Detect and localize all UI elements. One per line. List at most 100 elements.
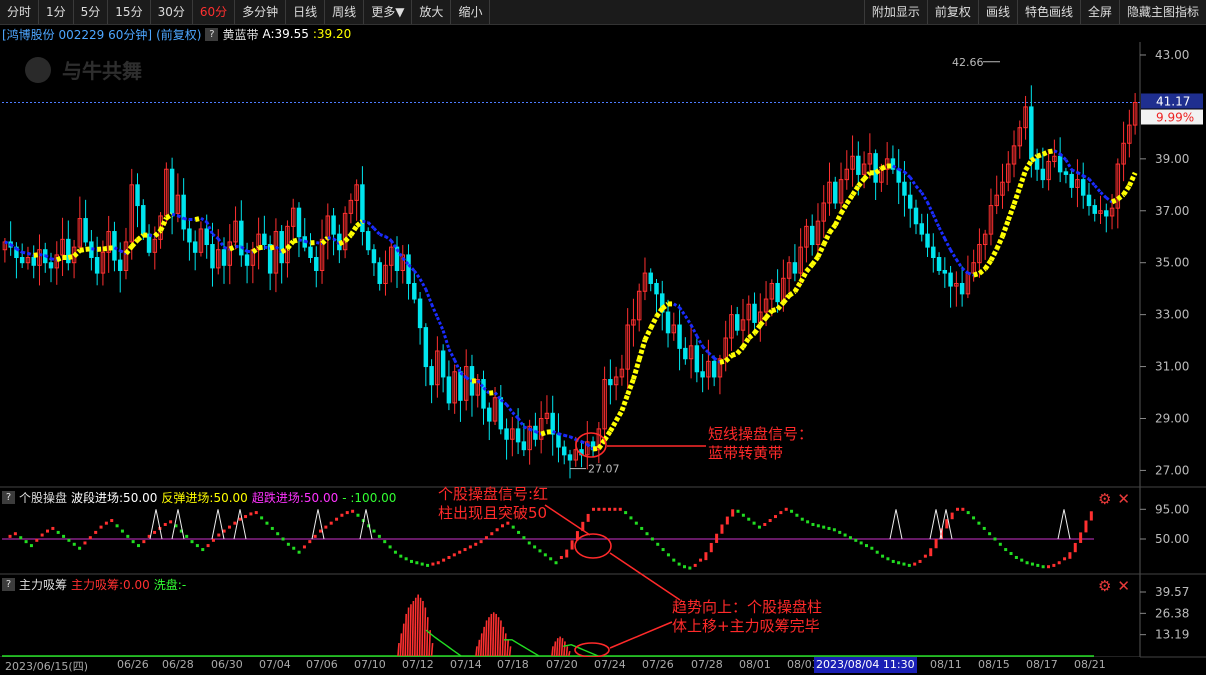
indicator2-red-bar	[489, 613, 493, 657]
indicator1-dot	[383, 540, 387, 544]
band-segment	[827, 223, 838, 235]
indicator1-red-bar	[1084, 520, 1088, 533]
indicator1-dot	[597, 507, 601, 511]
band-segment	[372, 227, 381, 236]
indicator2-red-bar	[484, 620, 488, 657]
indicator1-dot	[811, 522, 815, 526]
gear-icon[interactable]: ⚙	[1098, 577, 1111, 595]
indicator1-dot	[624, 511, 628, 515]
band-segment	[689, 324, 699, 337]
indicator1-help-button[interactable]: ?	[2, 491, 15, 504]
indicator2-red-bar	[399, 633, 403, 657]
indicator1-dot	[774, 515, 777, 519]
indicator1-dot	[137, 544, 140, 548]
indicator1-red-bar	[731, 509, 735, 517]
band-segment	[488, 390, 496, 396]
gear-icon[interactable]: ⚙	[1098, 490, 1111, 508]
date-axis: 2023/06/15(四) 06/26 06/28 06/30 07/04 07/06 07…	[0, 657, 1140, 675]
indicator1-dot	[420, 562, 424, 566]
indicator2-tick-label: 39.57	[1155, 585, 1189, 599]
band-segment	[673, 302, 681, 309]
indicator1-dot	[195, 544, 199, 548]
indicator1-dot	[131, 540, 135, 544]
indicator2-red-bar	[430, 642, 434, 657]
indicator2-red-bar	[475, 646, 478, 657]
watermark-text: 与牛共舞	[62, 59, 142, 83]
band-segment	[781, 293, 792, 305]
candle-body	[1063, 171, 1069, 175]
candle-body	[83, 218, 88, 243]
candle-body	[112, 231, 117, 261]
indicator1-dot	[484, 536, 488, 540]
band-segment	[430, 303, 439, 318]
indicator1-dot	[875, 550, 879, 554]
band-segment	[1127, 171, 1138, 187]
indicator1-dot	[1025, 561, 1029, 565]
candle-body	[942, 269, 948, 274]
chart-canvas[interactable]: 与牛共舞 43.00 39.00 37.00 35.00 33.00 31.00 29.00 2…	[0, 0, 1206, 675]
band-segment	[453, 359, 462, 374]
candle-body	[377, 262, 382, 284]
band-segment	[943, 238, 952, 251]
band-segment	[379, 233, 386, 238]
band-segment	[316, 241, 323, 246]
indicator1-dot	[115, 524, 119, 528]
candle-body	[1086, 194, 1092, 207]
candle-body	[1034, 158, 1040, 170]
date-axis-label: 07/28	[691, 658, 723, 671]
candle-body	[314, 257, 319, 271]
indicator1-dot	[185, 534, 189, 538]
indicator1-dot	[832, 528, 836, 532]
indicator1-dot	[1020, 558, 1024, 562]
indicator2-red-bar	[553, 641, 557, 657]
close-icon[interactable]: ✕	[1117, 577, 1130, 595]
band-segment	[1064, 159, 1073, 171]
band-segment	[880, 163, 889, 171]
band-segment	[200, 216, 208, 224]
band-segment	[493, 391, 502, 401]
indicator1-tick-label: 50.00	[1155, 532, 1189, 546]
band-segment	[972, 271, 981, 278]
candle-body	[204, 228, 209, 246]
candle-body	[1080, 179, 1086, 196]
band-segment	[931, 214, 941, 228]
indicator2-tick-label: 26.38	[1155, 606, 1189, 620]
band-segment	[608, 419, 619, 433]
indicator1-dot	[543, 553, 547, 557]
band-segment	[384, 235, 393, 242]
indicator1-dot	[608, 507, 612, 511]
indicator2-red-bar	[480, 633, 483, 657]
band-segment	[441, 330, 451, 350]
band-segment	[758, 316, 769, 327]
indicator1-dot	[741, 513, 745, 517]
band-segment	[540, 429, 548, 437]
indicator1-dot	[838, 530, 842, 534]
band-segment	[695, 335, 704, 348]
band-segment	[1093, 184, 1102, 194]
indicator1-dot	[88, 536, 92, 540]
band-segment	[625, 378, 636, 396]
candle-body	[1040, 168, 1046, 181]
candle-body	[192, 241, 198, 253]
annotation-short-signal: 短线操盘信号： 蓝带转黄带	[708, 425, 813, 463]
indicator2-red-bar	[397, 642, 400, 657]
indicator1-dot	[923, 554, 927, 558]
indicator2-help-button[interactable]: ?	[2, 578, 15, 591]
band-segment	[304, 239, 311, 245]
indicator1-dot	[763, 522, 767, 526]
indicator2-red-bar	[504, 633, 507, 657]
date-axis-label: 08/21	[1074, 658, 1106, 671]
indicator1-dot	[559, 555, 563, 559]
band-segment	[338, 238, 347, 247]
indicator1-dot	[426, 563, 430, 567]
band-segment	[563, 433, 571, 439]
indicator1-dot	[329, 521, 333, 525]
candle-body	[412, 282, 417, 300]
close-icon[interactable]: ✕	[1117, 490, 1130, 508]
indicator1-dot	[956, 507, 959, 511]
candle-body	[210, 244, 215, 269]
indicator1-signal-triangle	[149, 509, 163, 540]
indicator1-dot	[468, 545, 472, 549]
indicator1-dot	[998, 542, 1002, 546]
indicator1-dot	[265, 521, 269, 525]
